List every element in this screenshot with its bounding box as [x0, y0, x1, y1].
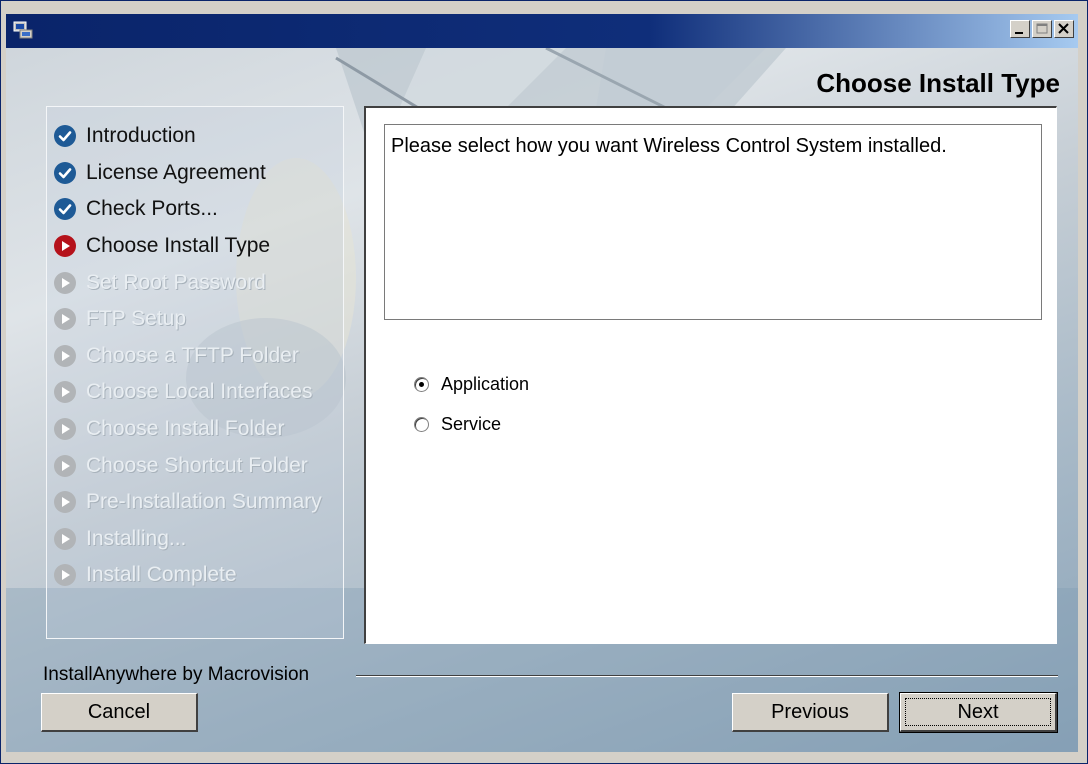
step-label: FTP Setup [86, 307, 186, 331]
description-box: Please select how you want Wireless Cont… [384, 124, 1042, 320]
arrow-icon [54, 527, 76, 550]
step-label: Choose Local Interfaces [86, 380, 313, 404]
arrow-icon [54, 418, 76, 441]
check-icon [54, 198, 76, 221]
focus-rect [905, 698, 1051, 726]
app-icon[interactable] [12, 20, 34, 40]
steps-list: Introduction License Agreement Check Ports… [54, 118, 322, 594]
step-item: Pre-Installation Summary [54, 484, 322, 521]
step-item: License Agreement [54, 155, 322, 192]
option-application[interactable]: Application [414, 374, 529, 395]
step-label: Pre-Installation Summary [86, 490, 322, 514]
step-label: Choose Shortcut Folder [86, 453, 308, 477]
page-title: Choose Install Type [816, 68, 1060, 98]
arrow-icon [54, 308, 76, 331]
installer-window: Choose Install Type Introduction License … [0, 0, 1088, 764]
minimize-icon [1015, 32, 1023, 34]
check-icon [54, 125, 76, 148]
main-panel: Please select how you want Wireless Cont… [364, 106, 1057, 644]
step-item: Choose Local Interfaces [54, 374, 322, 411]
cancel-button[interactable]: Cancel [41, 693, 198, 732]
footer-divider [356, 675, 1058, 677]
step-item: Choose Install Type [54, 228, 322, 265]
close-icon [1058, 23, 1069, 34]
step-item: Choose Shortcut Folder [54, 447, 322, 484]
arrow-icon [54, 271, 76, 294]
step-label: Choose a TFTP Folder [86, 343, 299, 367]
step-item: FTP Setup [54, 301, 322, 338]
brand-label: InstallAnywhere by Macrovision [43, 664, 310, 685]
option-service[interactable]: Service [414, 414, 501, 435]
description-text: Please select how you want Wireless Cont… [391, 135, 947, 157]
step-label: Set Root Password [86, 270, 266, 294]
step-label: Installing... [86, 526, 187, 550]
check-icon [54, 161, 76, 184]
step-label: Choose Install Folder [86, 417, 285, 441]
arrow-icon [54, 491, 76, 514]
title-bar[interactable] [6, 14, 1078, 48]
application-radio[interactable] [414, 377, 429, 392]
arrow-icon [54, 381, 76, 404]
step-item: Set Root Password [54, 264, 322, 301]
previous-button[interactable]: Previous [732, 693, 889, 732]
minimize-button[interactable] [1010, 20, 1030, 38]
service-radio[interactable] [414, 417, 429, 432]
next-button[interactable]: Next [899, 692, 1058, 733]
installer-content: Choose Install Type Introduction License … [6, 48, 1078, 752]
step-item: Install Complete [54, 557, 322, 594]
step-item: Installing... [54, 521, 322, 558]
service-label[interactable]: Service [441, 414, 501, 435]
step-item: Introduction [54, 118, 322, 155]
step-item: Choose Install Folder [54, 411, 322, 448]
arrow-icon [54, 454, 76, 477]
maximize-icon [1036, 23, 1048, 34]
step-label: License Agreement [86, 160, 266, 184]
application-label[interactable]: Application [441, 374, 529, 395]
maximize-button[interactable] [1032, 20, 1052, 38]
arrow-icon [54, 564, 76, 587]
close-button[interactable] [1054, 20, 1074, 38]
arrow-icon [54, 235, 76, 258]
step-label: Check Ports... [86, 197, 218, 221]
step-item: Check Ports... [54, 191, 322, 228]
step-label: Install Complete [86, 563, 237, 587]
step-label: Introduction [86, 124, 196, 148]
step-label: Choose Install Type [86, 234, 271, 258]
arrow-icon [54, 344, 76, 367]
step-item: Choose a TFTP Folder [54, 338, 322, 375]
